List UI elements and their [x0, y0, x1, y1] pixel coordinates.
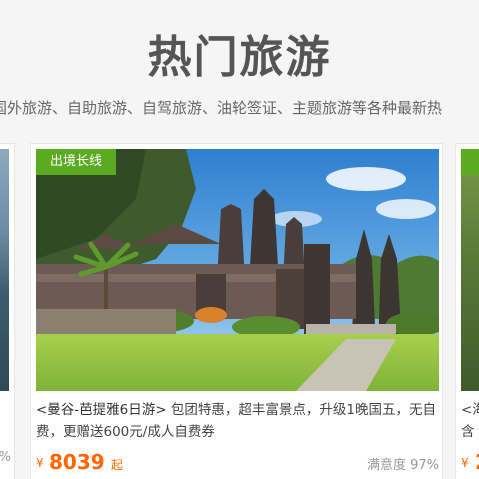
landscape-photo[interactable]	[461, 149, 479, 391]
price-row: ¥ 8039 起 满意度 97%	[36, 449, 439, 475]
price-value: 2	[475, 449, 479, 475]
tour-name[interactable]: <海	[461, 399, 479, 421]
satisfaction-rate: 满意度 97%	[366, 458, 439, 473]
tour-name[interactable]: <曼谷-芭提雅6日游>	[36, 402, 167, 418]
tour-card-right[interactable]: <海 含 ¥ 2	[455, 143, 479, 479]
tour-description[interactable]: <曼谷-芭提雅6日游> 包团特惠，超丰富景点，升级1晚国五，无自费，更赠送600…	[36, 399, 441, 443]
temple-photo[interactable]	[36, 149, 439, 391]
category-ribbon: 出境长线	[36, 149, 117, 175]
tour-description[interactable]: <海 含	[461, 399, 479, 443]
currency-symbol: ¥	[36, 456, 44, 470]
hot-travel-section: 热门旅游 国外旅游、自助旅游、自驾旅游、油轮签证、主题旅游等各种最新热 %	[0, 0, 479, 479]
satisfaction-value: %	[0, 450, 11, 465]
tour-details: 含	[461, 424, 475, 440]
section-subtitle: 国外旅游、自助旅游、自驾旅游、油轮签证、主题旅游等各种最新热	[0, 99, 443, 117]
temple-photo-illustration	[36, 149, 439, 391]
price-value: 8039	[49, 450, 105, 474]
price-suffix: 起	[111, 458, 124, 472]
tour-card-bangkok-pattaya[interactable]: 出境长线 <曼谷-芭提雅6日游> 包团特惠，超丰富景点，升级1晚国五，无自费，更…	[30, 143, 443, 479]
tour-card-left[interactable]: %	[0, 143, 15, 479]
category-ribbon	[461, 149, 479, 175]
section-title: 热门旅游	[147, 32, 332, 83]
lake-photo[interactable]	[0, 149, 9, 391]
currency-symbol: ¥	[461, 456, 469, 470]
